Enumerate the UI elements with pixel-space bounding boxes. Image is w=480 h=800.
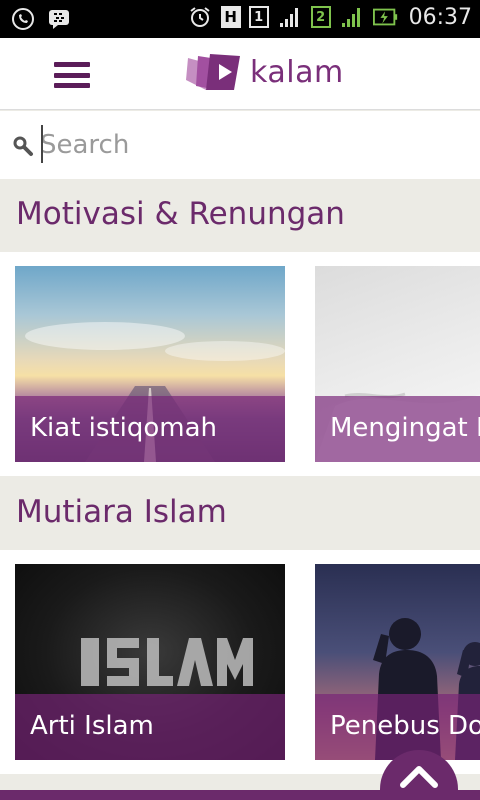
text-caret (41, 125, 43, 163)
card-caption: Kiat istiqomah (15, 396, 285, 462)
article-card[interactable]: Kiat istiqomah (15, 266, 285, 462)
brand-name: kalam (250, 54, 344, 90)
search-bar (0, 111, 480, 179)
signal-icon (339, 4, 365, 30)
card-caption: Penebus Dosa (315, 694, 480, 760)
menu-icon[interactable] (54, 62, 90, 88)
section-title: Motivasi & Renungan (16, 196, 345, 232)
search-icon (13, 136, 33, 156)
search-input[interactable] (40, 125, 460, 165)
clock: 06:37 (408, 4, 472, 30)
network-type-icon: H (220, 6, 241, 28)
article-card[interactable]: Mengingat Kematian (315, 266, 480, 462)
section-header: Mutiara Islam (0, 478, 480, 550)
brand-logo: kalam (184, 50, 344, 94)
card-title: Mengingat Kematian (330, 413, 480, 443)
section-title: Mutiara Islam (16, 494, 227, 530)
card-caption: Arti Islam (15, 694, 285, 760)
kalam-logo-icon (186, 54, 240, 90)
card-row: Arti Islam Penebus Dosa (0, 550, 480, 774)
whatsapp-icon (10, 6, 36, 32)
card-title: Kiat istiqomah (30, 413, 218, 443)
battery-charging-icon (372, 4, 399, 30)
section-header: Motivasi & Renungan (0, 180, 480, 252)
card-title: Arti Islam (30, 711, 154, 741)
article-card[interactable]: Arti Islam (15, 564, 285, 760)
sim1-icon: 1 (248, 6, 269, 28)
status-bar: H 1 2 06:37 (0, 0, 480, 38)
card-caption: Mengingat Kematian (315, 396, 480, 462)
chevron-up-icon (400, 766, 438, 788)
bbm-icon (46, 6, 72, 32)
card-row: Kiat istiqomah Mengingat Kematian (0, 252, 480, 476)
signal-icon (277, 4, 303, 30)
sim2-icon: 2 (310, 6, 331, 28)
article-card[interactable]: Penebus Dosa (315, 564, 480, 760)
card-title: Penebus Dosa (330, 711, 480, 741)
alarm-icon (187, 4, 213, 30)
app-header: kalam (0, 38, 480, 110)
